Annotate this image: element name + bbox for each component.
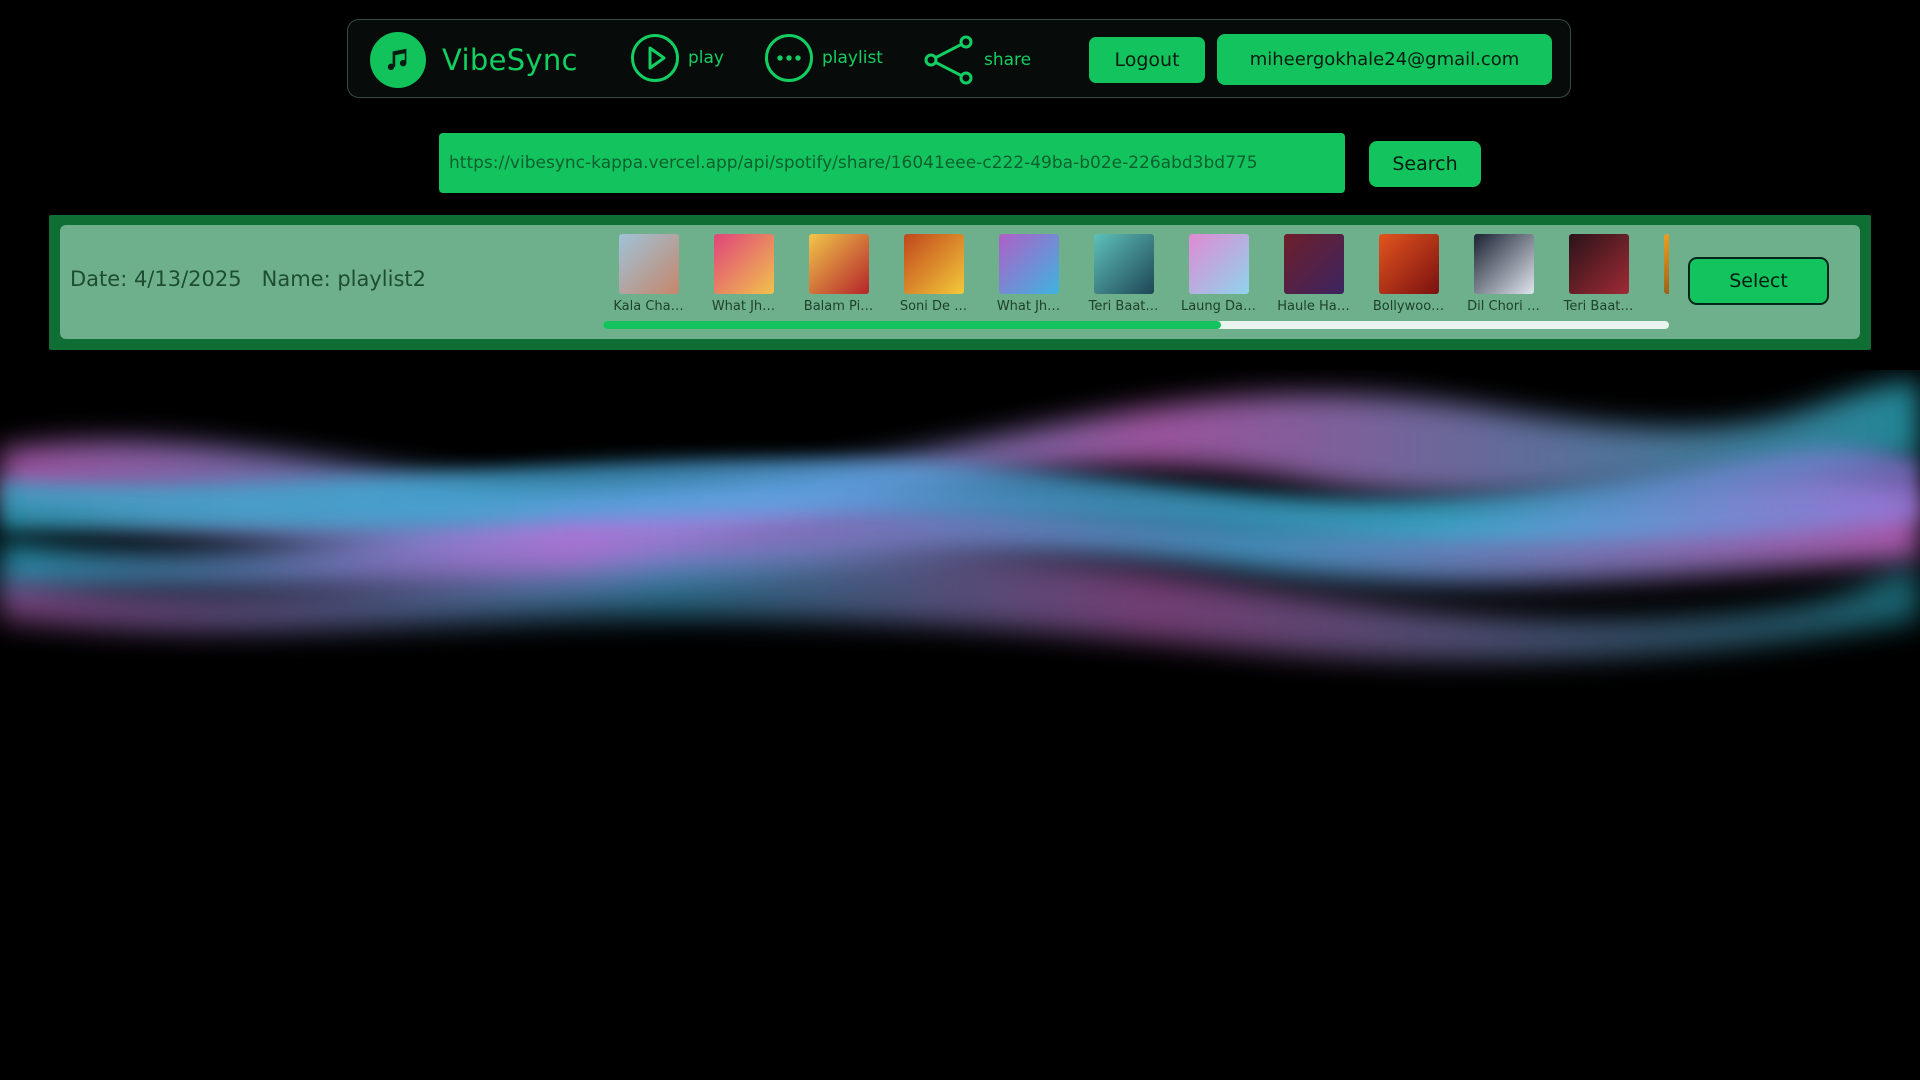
playlist-meta: Date: 4/13/2025 Name: playlist2: [70, 267, 426, 291]
tracks-row: Kala Cha… What Jh… Balam Pi… Soni De … What …: [601, 234, 1669, 314]
user-email-button[interactable]: miheergokhale24@gmail.com: [1217, 34, 1552, 85]
track-item[interactable]: Dil Chori …: [1456, 234, 1551, 314]
track-title: What Jh…: [711, 299, 776, 314]
app-root: VibeSync play playlist share Logout mihe…: [0, 0, 1920, 1080]
track-item[interactable]: Run…: [1646, 234, 1669, 314]
album-cover-image: [1188, 234, 1249, 294]
album-cover-image: [998, 234, 1059, 294]
album-cover-image: [1568, 234, 1629, 294]
search-input[interactable]: [439, 133, 1345, 193]
track-title: Teri Baat…: [1088, 299, 1159, 314]
album-cover-image: [1663, 234, 1669, 294]
playlist-card: Date: 4/13/2025 Name: playlist2 Kala Cha…: [60, 225, 1860, 339]
playlist-date: Date: 4/13/2025: [70, 267, 242, 291]
track-item[interactable]: What Jh…: [696, 234, 791, 314]
track-item[interactable]: Haule Ha…: [1266, 234, 1361, 314]
track-title: Laung Da…: [1180, 299, 1257, 314]
music-note-icon: [370, 32, 426, 88]
nav-playlist[interactable]: playlist: [764, 33, 883, 83]
album-cover-image: [713, 234, 774, 294]
album-cover-image: [1093, 234, 1154, 294]
track-item[interactable]: Soni De …: [886, 234, 981, 314]
select-playlist-button[interactable]: Select: [1688, 257, 1829, 305]
track-title: Bollywoo…: [1372, 299, 1445, 314]
navbar: VibeSync play playlist share Logout mihe…: [347, 19, 1571, 98]
track-item[interactable]: Kala Cha…: [601, 234, 696, 314]
nav-play-label: play: [688, 48, 724, 68]
track-title: Run…: [1651, 299, 1670, 314]
track-item[interactable]: Laung Da…: [1171, 234, 1266, 314]
tracks-carousel[interactable]: Kala Cha… What Jh… Balam Pi… Soni De … What …: [601, 234, 1669, 318]
more-horizontal-circle-icon: [765, 34, 813, 82]
album-cover-image: [618, 234, 679, 294]
track-item[interactable]: Teri Baat…: [1076, 234, 1171, 314]
nav-share-label: share: [984, 50, 1032, 70]
album-cover-image: [808, 234, 869, 294]
tracks-scrollbar[interactable]: [603, 321, 1669, 329]
logout-button[interactable]: Logout: [1089, 37, 1205, 83]
tracks-scrollbar-thumb[interactable]: [603, 321, 1222, 329]
playlist-row: Date: 4/13/2025 Name: playlist2 Kala Cha…: [49, 215, 1871, 350]
track-title: Balam Pi…: [803, 299, 874, 314]
track-item[interactable]: Teri Baat…: [1551, 234, 1646, 314]
album-cover-image: [1473, 234, 1534, 294]
play-circle-icon: [631, 34, 679, 82]
nav-playlist-label: playlist: [822, 48, 883, 68]
brand-name: VibeSync: [442, 43, 578, 77]
brand[interactable]: VibeSync: [370, 32, 578, 88]
track-title: Haule Ha…: [1277, 299, 1350, 314]
album-cover-image: [1283, 234, 1344, 294]
track-title: Soni De …: [899, 299, 968, 314]
track-title: Teri Baat…: [1563, 299, 1634, 314]
background-wave-graphic: [0, 380, 1920, 660]
share-icon: [924, 35, 973, 85]
album-cover-image: [1378, 234, 1439, 294]
track-item[interactable]: What Jh…: [981, 234, 1076, 314]
track-item[interactable]: Balam Pi…: [791, 234, 886, 314]
track-title: What Jh…: [996, 299, 1061, 314]
album-cover-image: [903, 234, 964, 294]
track-title: Dil Chori …: [1467, 299, 1540, 314]
playlist-name: Name: playlist2: [261, 267, 426, 291]
track-item[interactable]: Bollywoo…: [1361, 234, 1456, 314]
nav-share[interactable]: share: [922, 33, 1031, 87]
search-button[interactable]: Search: [1369, 141, 1481, 187]
track-title: Kala Cha…: [613, 299, 684, 314]
nav-play[interactable]: play: [630, 33, 724, 83]
